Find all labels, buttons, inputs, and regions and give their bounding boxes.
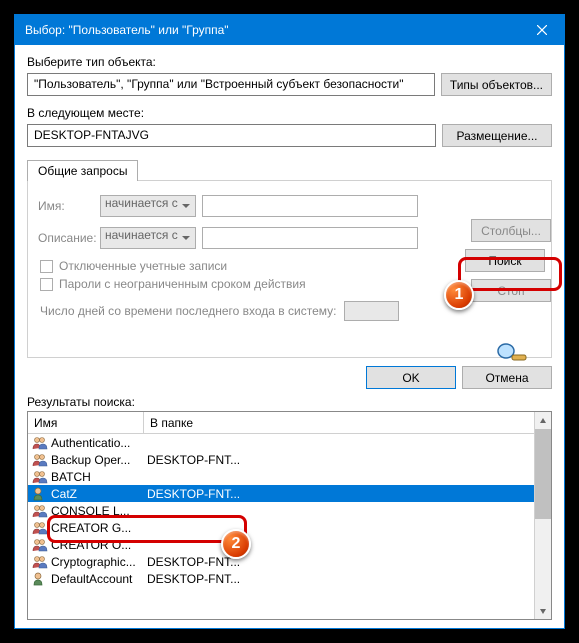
ok-button[interactable]: OK — [366, 366, 456, 389]
scroll-down-button[interactable] — [535, 602, 551, 619]
result-row[interactable]: CatZDESKTOP-FNT... — [28, 485, 551, 502]
result-row[interactable]: BATCH — [28, 468, 551, 485]
object-types-button[interactable]: Типы объектов... — [441, 73, 552, 96]
result-name: Authenticatio... — [51, 436, 147, 450]
result-name: CONSOLE L... — [51, 504, 147, 518]
result-folder: DESKTOP-FNT... — [147, 487, 240, 501]
dialog-window: Выбор: "Пользователь" или "Группа" Выбер… — [14, 14, 565, 629]
result-name: CREATOR O... — [51, 538, 147, 552]
columns-button[interactable]: Столбцы... — [471, 219, 551, 242]
result-name: CREATOR G... — [51, 521, 147, 535]
results-list[interactable]: Имя В папке Authenticatio...Backup Oper.… — [27, 411, 552, 620]
group-icon — [32, 469, 48, 485]
result-row[interactable]: Cryptographic...DESKTOP-FNT... — [28, 553, 551, 570]
object-type-field[interactable]: "Пользователь", "Группа" или "Встроенный… — [27, 73, 435, 96]
result-name: Device Owners — [51, 589, 147, 590]
result-row[interactable]: DefaultAccountDESKTOP-FNT... — [28, 570, 551, 587]
name-match-select[interactable]: начинается с — [100, 195, 196, 217]
result-name: Cryptographic... — [51, 555, 147, 569]
disabled-accounts-checkbox[interactable] — [40, 260, 53, 273]
days-since-login-label: Число дней со времени последнего входа в… — [40, 304, 336, 318]
group-icon — [32, 503, 48, 519]
result-name: DefaultAccount — [51, 572, 147, 586]
non-expiring-password-checkbox[interactable] — [40, 278, 53, 291]
result-folder: DESKTOP-FNT... — [147, 555, 240, 569]
close-icon — [537, 25, 547, 35]
desc-input[interactable] — [202, 227, 418, 249]
group-icon — [32, 452, 48, 468]
cancel-button[interactable]: Отмена — [462, 366, 552, 389]
annotation-badge-2: 2 — [221, 529, 251, 559]
disabled-accounts-label: Отключенные учетные записи — [59, 259, 227, 273]
non-expiring-password-label: Пароли с неограниченным сроком действия — [59, 277, 306, 291]
group-icon — [32, 537, 48, 553]
group-icon — [32, 520, 48, 536]
location-field[interactable]: DESKTOP-FNTAJVG — [27, 124, 436, 147]
results-col-folder[interactable]: В папке — [144, 416, 551, 430]
result-row[interactable]: CREATOR O... — [28, 536, 551, 553]
results-col-name[interactable]: Имя — [28, 412, 144, 433]
locations-button[interactable]: Размещение... — [442, 124, 552, 147]
location-label: В следующем месте: — [27, 106, 552, 120]
annotation-badge-1: 1 — [444, 280, 474, 310]
desc-label: Описание: — [38, 231, 100, 245]
result-row[interactable]: Authenticatio... — [28, 434, 551, 451]
window-title: Выбор: "Пользователь" или "Группа" — [25, 23, 519, 37]
result-folder: DESKTOP-FNT... — [147, 572, 240, 586]
result-name: Backup Oper... — [51, 453, 147, 467]
result-row[interactable]: Backup Oper...DESKTOP-FNT... — [28, 451, 551, 468]
close-button[interactable] — [519, 15, 564, 45]
group-icon — [32, 588, 48, 590]
object-type-label: Выберите тип объекта: — [27, 55, 552, 69]
group-icon — [32, 554, 48, 570]
result-folder: DESKTOP-FNT... — [147, 453, 240, 467]
group-icon — [32, 435, 48, 451]
name-input[interactable] — [202, 195, 418, 217]
name-label: Имя: — [38, 199, 100, 213]
days-since-login-input[interactable] — [344, 301, 399, 321]
tab-common-queries[interactable]: Общие запросы — [27, 160, 138, 181]
result-row[interactable]: CREATOR G... — [28, 519, 551, 536]
stop-button[interactable]: Стоп — [471, 279, 551, 302]
result-name: CatZ — [51, 487, 147, 501]
result-row[interactable]: CONSOLE L... — [28, 502, 551, 519]
results-label: Результаты поиска: — [27, 395, 552, 409]
desc-match-select[interactable]: начинается с — [100, 227, 196, 249]
result-folder: DESKTOP-FNT... — [147, 589, 240, 590]
result-name: BATCH — [51, 470, 147, 484]
user-icon — [32, 486, 48, 502]
search-icon — [494, 341, 528, 368]
titlebar[interactable]: Выбор: "Пользователь" или "Группа" — [15, 15, 564, 45]
scroll-up-button[interactable] — [535, 412, 551, 429]
find-now-button[interactable]: Поиск — [465, 249, 545, 272]
user-icon — [32, 571, 48, 587]
result-row[interactable]: Device OwnersDESKTOP-FNT... — [28, 587, 551, 589]
results-scrollbar[interactable] — [534, 412, 551, 619]
scroll-thumb[interactable] — [535, 429, 551, 519]
